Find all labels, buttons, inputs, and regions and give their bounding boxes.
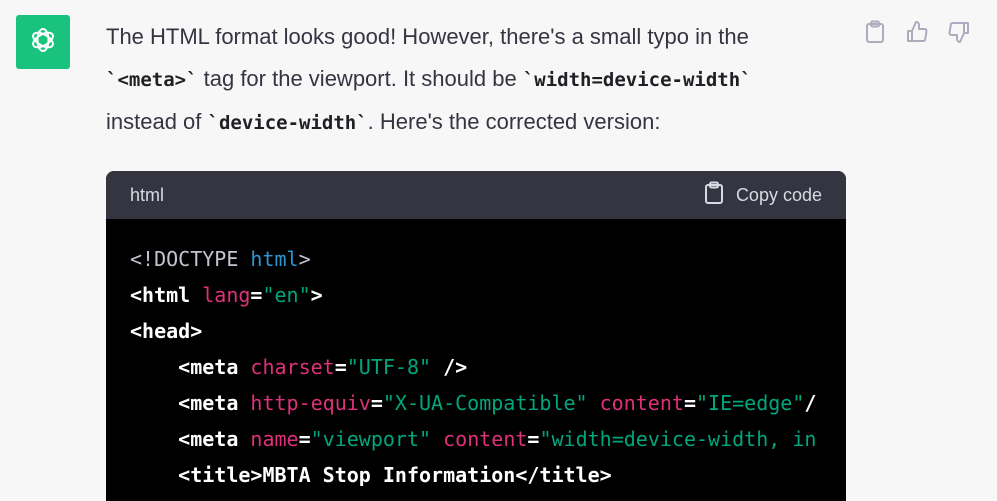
inline-code: `<meta>` [106, 69, 198, 91]
code-token: </title> [515, 463, 612, 487]
thumbs-up-button[interactable] [903, 20, 931, 48]
code-token: http-equiv [250, 391, 371, 415]
message-text: The HTML format looks good! However, the… [106, 24, 749, 49]
code-line: <html lang="en"> [130, 277, 846, 313]
code-line: <head> [130, 313, 846, 349]
code-token: <title> [130, 463, 263, 487]
code-block: html Copy code <!DOCTYPE html> <html lang… [106, 171, 846, 501]
code-token: > [298, 247, 311, 271]
chat-page: The HTML format looks good! However, the… [0, 0, 997, 501]
message-text: . Here's the corrected version: [367, 109, 661, 134]
code-token: = [250, 283, 263, 307]
assistant-avatar [16, 15, 70, 69]
clipboard-icon [864, 20, 886, 49]
message-text: instead of [106, 109, 208, 134]
code-token: = [527, 427, 540, 451]
code-token: "IE=edge" [695, 391, 805, 415]
code-token: content [443, 427, 528, 451]
openai-logo-icon [28, 25, 58, 60]
code-token: "X-UA-Compatible" [382, 391, 588, 415]
code-token: lang [202, 283, 251, 307]
inline-code: `device-width` [207, 112, 368, 134]
code-token: = [298, 427, 311, 451]
code-content: <!DOCTYPE html> <html lang="en"> <head> <m… [106, 219, 846, 493]
code-token: "width=device-width, in [539, 427, 817, 451]
code-line: <meta charset="UTF-8" /> [130, 349, 846, 385]
copy-code-label: Copy code [735, 184, 822, 205]
code-token: "en" [262, 283, 311, 307]
code-token: "UTF-8" [346, 355, 432, 379]
code-token: <meta [130, 427, 251, 451]
code-token: html [250, 247, 299, 271]
copy-code-button[interactable]: Copy code [704, 181, 822, 210]
thumbs-down-icon [947, 20, 971, 49]
code-line: <meta name="viewport" content="width=dev… [130, 421, 846, 457]
code-token: "viewport" [310, 427, 432, 451]
code-token: MBTA Stop Information [262, 463, 516, 487]
code-token: / [804, 391, 817, 415]
thumbs-up-icon [905, 20, 929, 49]
code-token: <meta [130, 355, 251, 379]
code-token: /> [431, 355, 468, 379]
message-text: tag for the viewport. It should be [197, 66, 523, 91]
code-token: > [310, 283, 323, 307]
code-header: html Copy code [106, 171, 846, 219]
code-token: = [334, 355, 347, 379]
inline-code: `width=device-width` [522, 69, 752, 91]
assistant-message: The HTML format looks good! However, the… [106, 16, 826, 144]
thumbs-down-button[interactable] [945, 20, 973, 48]
code-token: <!DOCTYPE [130, 247, 251, 271]
code-line: <meta http-equiv="X-UA-Compatible" conte… [130, 385, 846, 421]
code-token: <head> [130, 319, 203, 343]
code-token: charset [250, 355, 335, 379]
code-language-label: html [130, 184, 165, 205]
clipboard-icon [704, 181, 724, 210]
code-token: = [683, 391, 696, 415]
code-token: name [250, 427, 299, 451]
code-token: = [370, 391, 383, 415]
code-line: <!DOCTYPE html> [130, 241, 846, 277]
copy-message-button[interactable] [861, 20, 889, 48]
code-line: <title>MBTA Stop Information</title> [130, 457, 846, 493]
code-token: <meta [130, 391, 251, 415]
message-actions [861, 20, 973, 48]
code-token: content [599, 391, 684, 415]
code-token: <html [130, 283, 203, 307]
